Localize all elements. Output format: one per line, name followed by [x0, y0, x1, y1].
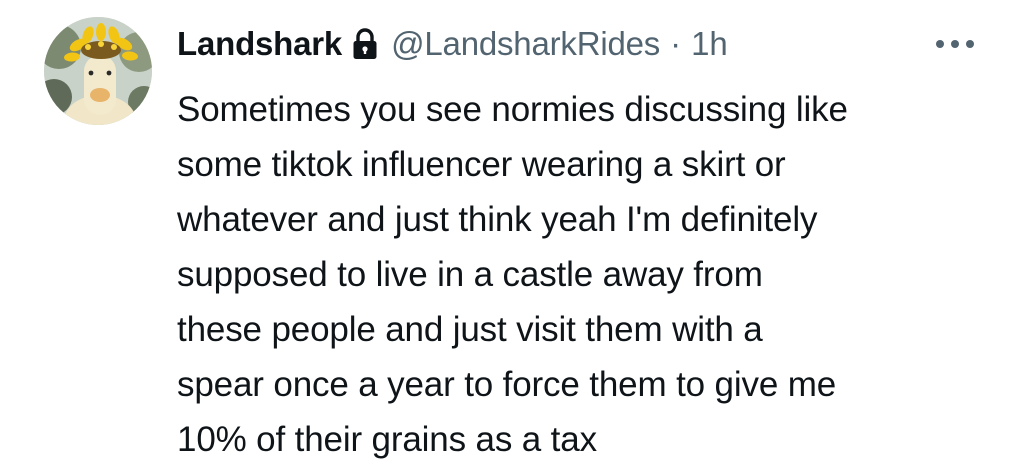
tweet-text-line: Sometimes you see normies discussing lik… — [177, 90, 848, 129]
lock-icon — [353, 28, 377, 59]
tweet-header: Landshark @LandsharkRides · 1h — [177, 22, 728, 66]
user-handle[interactable]: @LandsharkRides — [391, 25, 660, 63]
tweet-text: Sometimes you see normies discussing lik… — [177, 82, 977, 467]
tweet-text-line: these people and just visit them with a — [177, 310, 763, 349]
duck-avatar-icon — [44, 17, 152, 125]
tweet-text-line: whatever and just think yeah I'm definit… — [177, 200, 818, 239]
separator-dot: · — [670, 25, 682, 62]
timestamp[interactable]: 1h — [691, 25, 728, 63]
more-options-button[interactable] — [930, 30, 980, 58]
tweet-text-line: supposed to live in a castle away from — [177, 255, 763, 294]
tweet-text-line: spear once a year to force them to give … — [177, 365, 837, 404]
tweet[interactable]: Landshark @LandsharkRides · 1h Sometimes… — [0, 0, 1024, 459]
display-name[interactable]: Landshark — [177, 25, 342, 63]
tweet-text-line: 10% of their grains as a tax — [177, 420, 597, 459]
more-horizontal-icon — [936, 40, 974, 48]
avatar[interactable] — [44, 17, 152, 125]
tweet-text-line: some tiktok influencer wearing a skirt o… — [177, 145, 786, 184]
